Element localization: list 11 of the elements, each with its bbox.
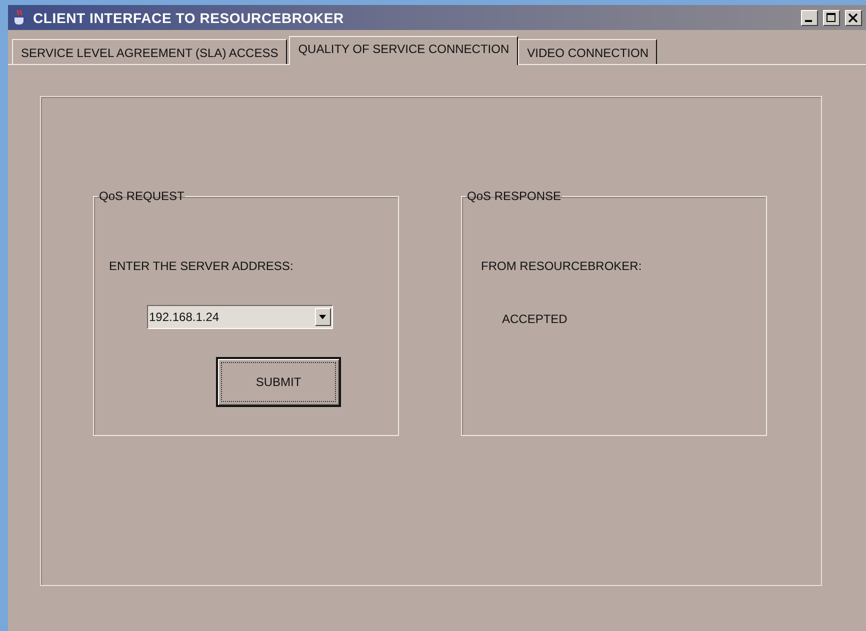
tab[interactable]: VIDEO CONNECTION bbox=[518, 39, 658, 64]
group-title: QoS RESPONSE bbox=[466, 189, 562, 203]
server-dropdown[interactable]: 192.168.1.24 bbox=[147, 305, 333, 329]
tab[interactable]: SERVICE LEVEL AGREEMENT (SLA) ACCESS bbox=[12, 39, 288, 64]
response-label: FROM RESOURCEBROKER: bbox=[481, 259, 642, 273]
group-title: QoS REQUEST bbox=[98, 189, 186, 203]
tab[interactable]: QUALITY OF SERVICE CONNECTION bbox=[289, 36, 518, 65]
submit-button[interactable]: SUBMIT bbox=[216, 357, 341, 407]
response-status: ACCEPTED bbox=[502, 312, 568, 326]
server-address-label: ENTER THE SERVER ADDRESS: bbox=[109, 259, 294, 273]
window-title: CLIENT INTERFACE TO RESOURCEBROKER bbox=[33, 10, 345, 26]
